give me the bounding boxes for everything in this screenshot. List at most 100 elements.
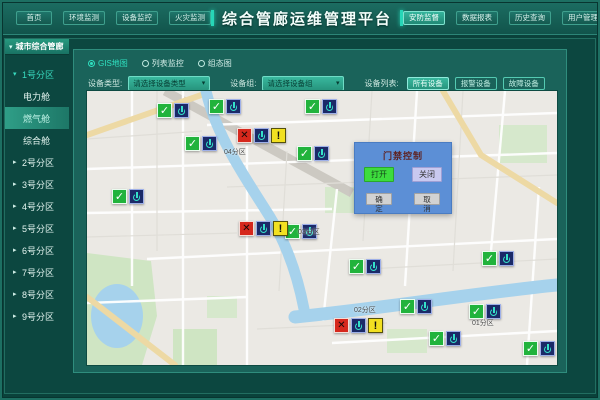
sidebar-root-node[interactable]: ▾ 城市综合管廊 <box>5 39 69 55</box>
device-marker-alarm[interactable]: ✕! <box>334 318 383 333</box>
device-list-button[interactable]: 报警设备 <box>455 77 497 90</box>
sidebar-item[interactable]: ▾1号分区 <box>5 63 69 85</box>
nav-button[interactable]: 数据报表 <box>456 11 498 25</box>
power-icon <box>540 341 555 356</box>
sidebar-item-label: 8号分区 <box>22 288 54 301</box>
nav-button[interactable]: 用户管理 <box>562 11 600 25</box>
power-icon <box>202 136 217 151</box>
status-ok-icon: ✓ <box>185 136 200 151</box>
chevron-down-icon: ▾ <box>13 70 19 78</box>
device-list-buttons: 所有设备报警设备故障设备 <box>407 77 545 90</box>
sidebar-item[interactable]: 综合舱 <box>5 129 69 151</box>
nav-button[interactable]: 安防监督 <box>403 11 445 25</box>
warning-icon: ! <box>273 221 288 236</box>
power-icon <box>486 304 501 319</box>
nav-button[interactable]: 设备监控 <box>116 11 158 25</box>
confirm-button[interactable]: 确定 <box>366 193 392 205</box>
status-ok-icon: ✓ <box>429 331 444 346</box>
status-ok-icon: ✓ <box>112 189 127 204</box>
device-marker-ok[interactable]: ✓ <box>482 251 514 266</box>
workspace: ▾ 城市综合管廊 ▾1号分区电力舱燃气舱综合舱▸2号分区▸3号分区▸4号分区▸5… <box>4 38 596 394</box>
device-marker-ok[interactable]: ✓ <box>185 136 217 151</box>
device-marker-alarm[interactable]: ✕! <box>237 128 286 143</box>
nav-button[interactable]: 历史查询 <box>509 11 551 25</box>
device-type-select[interactable]: 请选择设备类型 ▾ <box>128 76 210 91</box>
device-marker-ok[interactable]: ✓ <box>523 341 555 356</box>
device-list-button[interactable]: 所有设备 <box>407 77 449 90</box>
view-mode-label: 列表监控 <box>152 58 184 69</box>
door-close-button[interactable]: 关闭 <box>412 167 442 182</box>
sidebar-item[interactable]: ▸4号分区 <box>5 195 69 217</box>
status-ok-icon: ✓ <box>400 299 415 314</box>
chevron-right-icon: ▸ <box>13 290 19 298</box>
sidebar-item[interactable]: ▸8号分区 <box>5 283 69 305</box>
gis-map[interactable]: 门禁控制 打开 关闭 确定 取消 ✓✓✓✓✓✓✓✓✓✓✓✓✓✕!✕!✕!04分区… <box>86 90 558 366</box>
device-marker-ok[interactable]: ✓ <box>297 146 329 161</box>
status-ok-icon: ✓ <box>209 99 224 114</box>
sidebar-item-label: 燃气舱 <box>23 112 50 125</box>
caret-down-icon: ▾ <box>202 79 206 87</box>
view-mode-label: 组态图 <box>208 58 232 69</box>
status-ok-icon: ✓ <box>349 259 364 274</box>
sidebar-item-label: 6号分区 <box>22 244 54 257</box>
device-group-select[interactable]: 请选择设备组 ▾ <box>262 76 344 91</box>
zone-label: 04分区 <box>224 147 246 157</box>
sidebar-item-label: 电力舱 <box>23 90 50 103</box>
cancel-button[interactable]: 取消 <box>414 193 440 205</box>
device-list-button[interactable]: 故障设备 <box>503 77 545 90</box>
sidebar-item[interactable]: ▸6号分区 <box>5 239 69 261</box>
sidebar-item-label: 7号分区 <box>22 266 54 279</box>
sidebar-item[interactable]: 燃气舱 <box>5 107 69 129</box>
sidebar-item-label: 4号分区 <box>22 200 54 213</box>
page-title: 综合管廊运维管理平台 <box>222 8 392 29</box>
device-marker-ok[interactable]: ✓ <box>349 259 381 274</box>
chevron-right-icon: ▸ <box>13 158 19 166</box>
title-wrap: 综合管廊运维管理平台 <box>211 8 403 29</box>
sidebar: ▾ 城市综合管廊 ▾1号分区电力舱燃气舱综合舱▸2号分区▸3号分区▸4号分区▸5… <box>5 39 69 393</box>
zone-label: 01分区 <box>472 318 494 328</box>
sidebar-item[interactable]: ▸2号分区 <box>5 151 69 173</box>
device-list-label: 设备列表: <box>364 78 398 89</box>
nav-button[interactable]: 首页 <box>16 11 52 25</box>
view-mode-radio[interactable]: 组态图 <box>198 58 232 69</box>
device-group-value: 请选择设备组 <box>267 78 312 89</box>
nav-right: 安防监督数据报表历史查询用户管理 <box>403 11 600 25</box>
chevron-right-icon: ▸ <box>13 312 19 320</box>
nav-button[interactable]: 环境监测 <box>63 11 105 25</box>
device-marker-ok[interactable]: ✓ <box>429 331 461 346</box>
access-control-popup: 门禁控制 打开 关闭 确定 取消 <box>354 142 452 214</box>
sidebar-item-label: 综合舱 <box>23 134 50 147</box>
device-marker-alarm[interactable]: ✕! <box>239 221 288 236</box>
warning-icon: ! <box>271 128 286 143</box>
view-mode-radio[interactable]: 列表监控 <box>142 58 184 69</box>
sidebar-item-label: 1号分区 <box>22 68 54 81</box>
sidebar-item[interactable]: ▸5号分区 <box>5 217 69 239</box>
device-marker-ok[interactable]: ✓ <box>157 103 189 118</box>
door-open-button[interactable]: 打开 <box>364 167 394 182</box>
device-marker-ok[interactable]: ✓ <box>209 99 241 114</box>
sidebar-item[interactable]: ▸7号分区 <box>5 261 69 283</box>
top-header: 首页环境监测设备监控火灾监测 综合管廊运维管理平台 安防监督数据报表历史查询用户… <box>2 2 598 35</box>
device-marker-ok[interactable]: ✓ <box>469 304 501 319</box>
device-marker-ok[interactable]: ✓ <box>305 99 337 114</box>
power-icon <box>226 99 241 114</box>
sidebar-item-label: 5号分区 <box>22 222 54 235</box>
chevron-right-icon: ▸ <box>13 202 19 210</box>
radio-icon <box>88 60 95 67</box>
chevron-right-icon: ▸ <box>13 224 19 232</box>
device-marker-ok[interactable]: ✓ <box>400 299 432 314</box>
nav-button[interactable]: 火灾监测 <box>169 11 211 25</box>
device-marker-ok[interactable]: ✓ <box>112 189 144 204</box>
power-icon <box>322 99 337 114</box>
sidebar-item[interactable]: 电力舱 <box>5 85 69 107</box>
power-icon <box>314 146 329 161</box>
chevron-right-icon: ▸ <box>13 180 19 188</box>
sidebar-root-label: 城市综合管廊 <box>16 41 64 52</box>
view-mode-radio[interactable]: GIS地图 <box>88 58 128 69</box>
power-icon <box>254 128 269 143</box>
sidebar-item[interactable]: ▸9号分区 <box>5 305 69 327</box>
view-mode-label: GIS地图 <box>98 58 128 69</box>
popup-action-row: 打开 关闭 <box>355 167 451 182</box>
sidebar-item-label: 2号分区 <box>22 156 54 169</box>
sidebar-item[interactable]: ▸3号分区 <box>5 173 69 195</box>
